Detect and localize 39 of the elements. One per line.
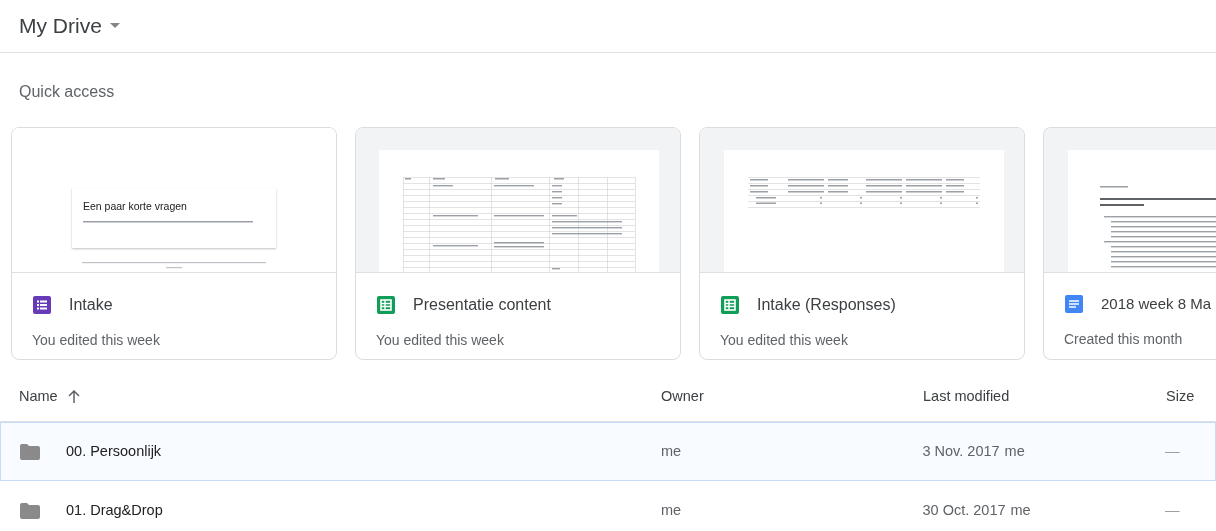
document-icon <box>1065 295 1083 314</box>
size-cell: — <box>1165 442 1180 459</box>
file-card[interactable]: Presentatie content You edited this week <box>355 127 681 360</box>
column-header[interactable]: Last modified <box>923 385 1010 408</box>
owner-cell: me <box>660 501 682 518</box>
folder-icon <box>20 443 40 460</box>
folder-icon <box>20 502 40 519</box>
form-title: Een paar korte vragen <box>83 199 188 214</box>
file-name: Presentatie content <box>413 295 551 315</box>
file-subtitle: You edited this week <box>375 331 505 350</box>
file-card[interactable]: Een paar korte vragen Intake You edited this week <box>11 127 337 360</box>
spreadsheet-icon <box>377 296 395 314</box>
folder-name: 01. Drag&Drop <box>66 500 163 520</box>
modified-by: me <box>1010 500 1031 520</box>
file-row[interactable]: 01. Drag&Drop me 30 Oct. 2017 me — <box>0 481 1216 531</box>
folder-name: 00. Persoonlijk <box>66 441 162 461</box>
drive-title-button[interactable]: My Drive <box>19 10 120 42</box>
spreadsheet-icon <box>721 296 739 314</box>
size-cell: — <box>1165 501 1180 518</box>
file-subtitle: You edited this week <box>719 331 849 350</box>
modified-date: 3 Nov. 2017 <box>922 441 1000 461</box>
sort-up-arrow-icon[interactable] <box>67 390 80 403</box>
file-row[interactable]: 00. Persoonlijk me 3 Nov. 2017 me — <box>0 422 1216 481</box>
form-icon <box>33 296 51 314</box>
modified-date: 30 Oct. 2017 <box>922 500 1006 520</box>
file-name: Intake <box>69 295 113 315</box>
file-name: Intake (Responses) <box>757 295 896 315</box>
column-header[interactable]: Name <box>19 385 58 408</box>
section-title: Quick access <box>18 82 116 102</box>
file-name: 2018 week 8 Ma <box>1101 294 1212 314</box>
caret-icon <box>109 23 120 29</box>
owner-cell: me <box>660 442 682 459</box>
file-card[interactable]: Intake (Responses) You edited this week <box>699 127 1025 360</box>
column-header[interactable]: Size <box>1166 385 1195 408</box>
column-header[interactable]: Owner <box>661 385 704 408</box>
modified-by: me <box>1004 441 1025 461</box>
file-subtitle: You edited this week <box>31 331 161 350</box>
file-card[interactable]: 2018 week 8 Ma Created this month <box>1043 127 1216 360</box>
file-subtitle: Created this month <box>1063 329 1184 349</box>
